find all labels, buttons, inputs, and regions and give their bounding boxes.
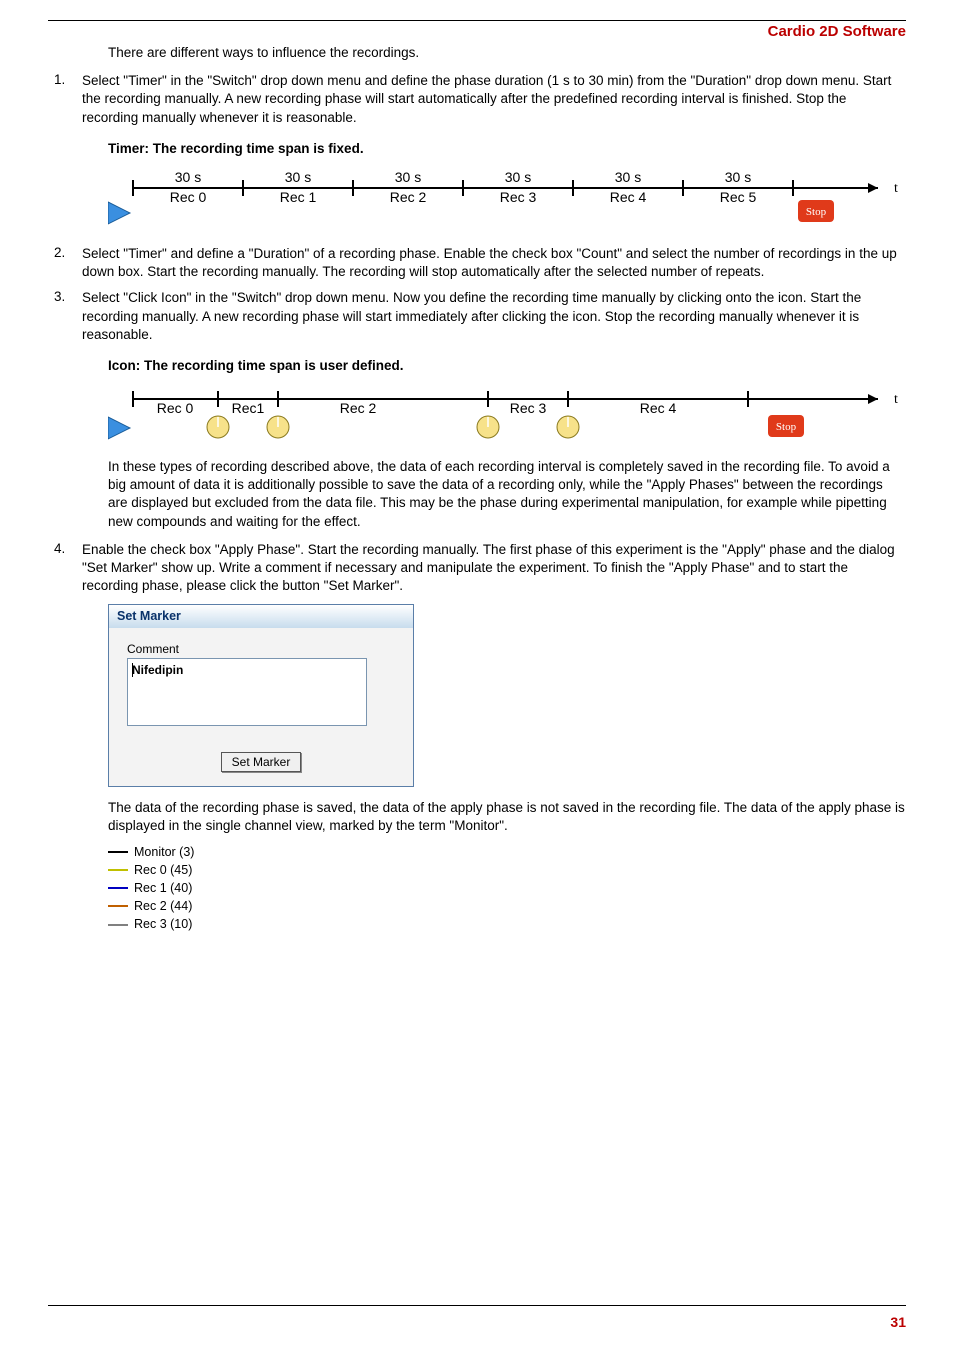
comment-input[interactable]: Nifedipin [127,658,367,726]
legend-swatch [108,851,128,853]
svg-text:t: t [894,181,898,196]
svg-text:30 s: 30 s [615,170,641,185]
legend-swatch [108,869,128,871]
list-number: 2. [48,245,82,281]
timer-diagram: 30 s 30 s 30 s 30 s 30 s 30 s t Rec 0 Re… [108,170,908,226]
legend-swatch [108,905,128,907]
svg-text:Rec 2: Rec 2 [390,189,427,205]
icon-diagram: t Rec 0 Rec1 Rec 2 Rec 3 Rec 4 [108,387,908,443]
svg-text:30 s: 30 s [175,170,201,185]
list-item-text: Select "Timer" and define a "Duration" o… [82,245,906,281]
legend-item: Rec 0 (45) [108,861,218,879]
legend-label: Rec 2 (44) [134,897,192,915]
svg-text:Stop: Stop [806,206,827,218]
paragraph-above-4: In these types of recording described ab… [108,458,906,531]
svg-text:Rec 3: Rec 3 [500,189,537,205]
list-number: 4. [48,541,82,596]
svg-text:Rec 4: Rec 4 [610,189,647,205]
dialog-title: Set Marker [109,605,413,628]
svg-text:30 s: 30 s [395,170,421,185]
comment-label: Comment [127,642,395,656]
legend-swatch [108,887,128,889]
legend-item: Rec 1 (40) [108,879,218,897]
intro-text: There are different ways to influence th… [108,44,906,62]
set-marker-button[interactable]: Set Marker [221,752,302,772]
legend-label: Monitor (3) [134,843,194,861]
list-number: 3. [48,289,82,344]
svg-text:30 s: 30 s [505,170,531,185]
page-number: 31 [890,1314,906,1330]
svg-text:Rec 5: Rec 5 [720,189,757,205]
svg-text:30 s: 30 s [285,170,311,185]
legend-label: Rec 1 (40) [134,879,192,897]
set-marker-dialog: Set Marker Comment Nifedipin Set Marker [108,604,414,787]
svg-text:Rec1: Rec1 [232,400,265,416]
legend-label: Rec 0 (45) [134,861,192,879]
list-item-text: Select "Click Icon" in the "Switch" drop… [82,289,906,344]
svg-text:30 s: 30 s [725,170,751,185]
paragraph-after-dialog: The data of the recording phase is saved… [108,799,906,835]
svg-text:Stop: Stop [776,421,797,433]
legend-item: Rec 2 (44) [108,897,218,915]
section-heading-timer: Timer: The recording time span is fixed. [108,141,906,156]
svg-text:Rec 4: Rec 4 [640,400,677,416]
svg-text:Rec 3: Rec 3 [510,400,547,416]
list-number: 1. [48,72,82,127]
svg-text:Rec 1: Rec 1 [280,189,317,205]
svg-text:Rec 0: Rec 0 [157,400,194,416]
list-item-text: Select "Timer" in the "Switch" drop down… [82,72,906,127]
svg-text:Rec 2: Rec 2 [340,400,377,416]
svg-text:Rec 0: Rec 0 [170,189,207,205]
legend-item: Rec 3 (10) [108,915,218,933]
legend-item: Monitor (3) [108,843,218,861]
svg-text:t: t [894,392,898,407]
page-header-title: Cardio 2D Software [48,23,906,40]
comment-value: Nifedipin [132,663,183,677]
click-icon [207,416,579,438]
section-heading-icon: Icon: The recording time span is user de… [108,358,906,373]
recording-legend: Monitor (3) Rec 0 (45) Rec 1 (40) Rec 2 … [108,843,218,934]
legend-swatch [108,924,128,926]
legend-label: Rec 3 (10) [134,915,192,933]
list-item-text: Enable the check box "Apply Phase". Star… [82,541,906,596]
